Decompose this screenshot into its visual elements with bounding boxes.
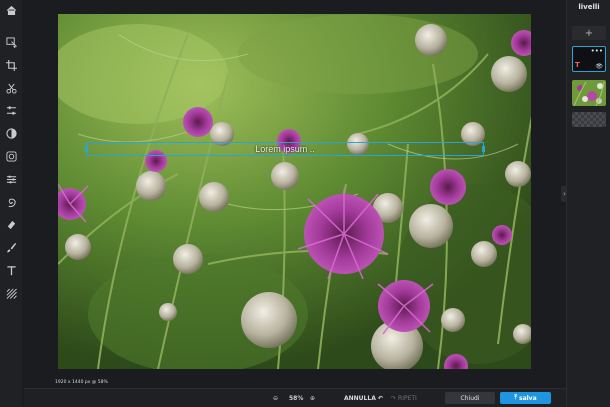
home-icon[interactable] bbox=[3, 2, 19, 18]
visibility-eye-icon[interactable]: 👁 bbox=[595, 63, 603, 70]
text-layer-content[interactable]: Lorem ipsum .. bbox=[255, 144, 315, 154]
layer-background[interactable] bbox=[572, 112, 606, 127]
redo-button[interactable]: ↷ RIPETI bbox=[391, 393, 417, 404]
layers-title: livelli bbox=[578, 3, 600, 11]
zoom-level: 58% bbox=[289, 395, 304, 402]
move-select-icon[interactable] bbox=[3, 34, 19, 50]
layer-image[interactable] bbox=[572, 80, 606, 106]
redo-label: RIPETI bbox=[398, 395, 417, 402]
text-icon[interactable] bbox=[3, 262, 19, 278]
resize-handle-right[interactable] bbox=[482, 146, 485, 152]
cut-icon[interactable] bbox=[3, 80, 19, 96]
text-layer-selection[interactable]: Lorem ipsum .. bbox=[85, 142, 485, 156]
undo-label: ANNULLA bbox=[344, 395, 376, 402]
adjust-icon[interactable] bbox=[3, 102, 19, 118]
zoom-in-icon[interactable]: ⊕ bbox=[310, 393, 315, 404]
save-label: salva bbox=[519, 394, 537, 402]
save-button[interactable]: ⤒ salva bbox=[500, 392, 551, 404]
undo-icon: ↶ bbox=[377, 395, 383, 402]
pattern-icon[interactable] bbox=[3, 285, 19, 301]
add-layer-button[interactable]: + bbox=[572, 26, 606, 40]
canvas-area: Lorem ipsum .. 1920 x 1440 px @ 58% bbox=[24, 0, 566, 388]
resize-handle-left[interactable] bbox=[85, 146, 88, 152]
zoom-out-icon[interactable]: ⊖ bbox=[273, 393, 278, 404]
layer-thumbnail bbox=[572, 80, 606, 106]
undo-button[interactable]: ANNULLA ↶ bbox=[344, 393, 383, 404]
crop-icon[interactable] bbox=[3, 57, 19, 73]
layer-text[interactable]: ••• T 👁 bbox=[572, 46, 606, 72]
plus-icon: + bbox=[584, 27, 594, 39]
contrast-icon[interactable] bbox=[3, 125, 19, 141]
text-layer-icon: T bbox=[575, 61, 580, 69]
image-dimensions: 1920 x 1440 px @ 58% bbox=[55, 380, 108, 385]
spiral-icon[interactable] bbox=[3, 194, 19, 210]
brush-icon[interactable] bbox=[3, 239, 19, 255]
bottom-bar: ⊖ 58% ⊕ ANNULLA ↶ ↷ RIPETI Chiudi ⤒ salv… bbox=[24, 388, 566, 407]
eraser-icon[interactable] bbox=[3, 216, 19, 232]
left-toolbar bbox=[0, 0, 22, 407]
layer-more-icon[interactable]: ••• bbox=[591, 47, 603, 55]
photo-layer-image[interactable] bbox=[58, 14, 531, 369]
close-button[interactable]: Chiudi bbox=[445, 392, 495, 404]
filter-icon[interactable] bbox=[3, 148, 19, 164]
sliders-icon[interactable] bbox=[3, 171, 19, 187]
layers-panel: livelli + ••• T 👁 bbox=[566, 0, 610, 407]
redo-icon: ↷ bbox=[391, 395, 397, 402]
save-icon: ⤒ bbox=[514, 394, 517, 401]
